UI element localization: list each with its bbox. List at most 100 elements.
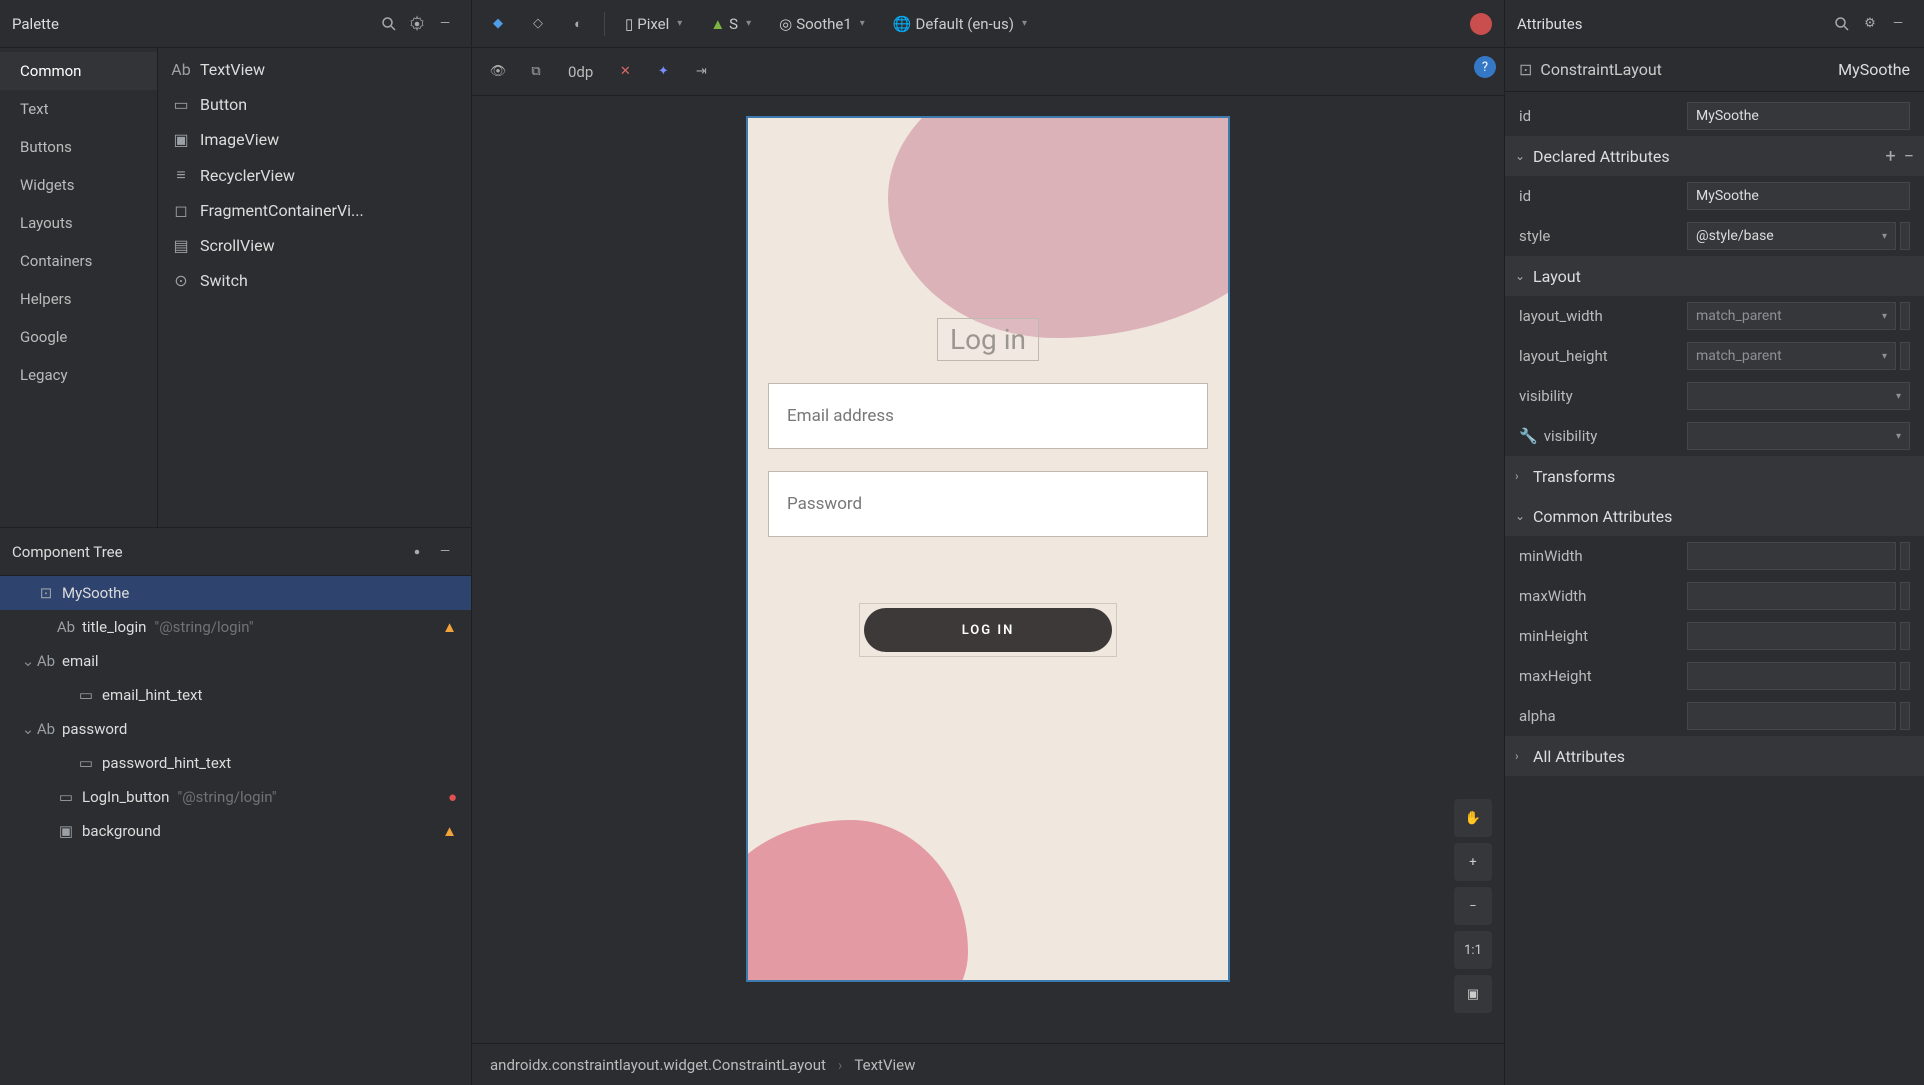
palette-cat-text[interactable]: Text	[0, 90, 157, 128]
attr-input[interactable]	[1687, 622, 1896, 650]
palette-cat-helpers[interactable]: Helpers	[0, 280, 157, 318]
stub-icon[interactable]	[1900, 222, 1910, 250]
gear-icon[interactable]	[403, 10, 431, 38]
zoom-fit-icon[interactable]: ▣	[1454, 975, 1492, 1013]
palette-cat-common[interactable]: Common	[0, 52, 157, 90]
gear-icon[interactable]	[403, 538, 431, 566]
width-dropdown[interactable]: match_parent▾	[1687, 302, 1896, 330]
tree-row[interactable]: ▭email_hint_text	[0, 678, 471, 712]
error-badge-icon[interactable]	[1470, 13, 1492, 35]
palette-item-switch[interactable]: ⊙Switch	[158, 263, 471, 298]
stub-icon[interactable]	[1900, 582, 1910, 610]
preview-email-field[interactable]: Email address	[768, 383, 1208, 449]
error-icon[interactable]: ●	[448, 788, 457, 806]
section-common[interactable]: ⌄Common Attributes	[1505, 496, 1924, 536]
palette-item-fragment[interactable]: ◻FragmentContainerVi...	[158, 193, 471, 228]
palette-cat-legacy[interactable]: Legacy	[0, 356, 157, 394]
clear-constraints-icon[interactable]: ✕	[611, 58, 639, 86]
tools-visibility-dropdown[interactable]: ▾	[1687, 422, 1910, 450]
section-all[interactable]: ›All Attributes	[1505, 736, 1924, 776]
layout-icon: ⊡	[1519, 60, 1532, 79]
zoom-in-icon[interactable]: +	[1454, 843, 1492, 881]
api-selector[interactable]: ▲ S▾	[702, 9, 759, 39]
visibility-dropdown[interactable]: ▾	[1687, 382, 1910, 410]
preview-title[interactable]: Log in	[937, 318, 1039, 361]
section-declared[interactable]: ⌄Declared Attributes+−	[1505, 136, 1924, 176]
layers-icon[interactable]: ◆	[484, 10, 512, 38]
margin-value[interactable]: 0dp	[560, 63, 601, 81]
minimize-icon[interactable]: —	[431, 10, 459, 38]
tree-row-root[interactable]: ⊡MySoothe	[0, 576, 471, 610]
section-layout[interactable]: ⌄Layout	[1505, 256, 1924, 296]
attr-input[interactable]	[1687, 542, 1896, 570]
add-icon[interactable]: +	[1885, 146, 1895, 167]
warning-icon[interactable]: ▲	[442, 618, 457, 636]
help-icon[interactable]: ?	[1474, 56, 1496, 78]
palette-item-textview[interactable]: AbTextView	[158, 52, 471, 87]
attr-row: 🔧visibility ▾	[1505, 416, 1924, 456]
attr-row: alpha	[1505, 696, 1924, 736]
minimize-icon[interactable]: —	[1884, 10, 1912, 38]
palette-cat-google[interactable]: Google	[0, 318, 157, 356]
preview-password-field[interactable]: Password	[768, 471, 1208, 537]
breadcrumb-item[interactable]: TextView	[854, 1056, 915, 1074]
attr-input[interactable]	[1687, 702, 1896, 730]
stub-icon[interactable]	[1900, 302, 1910, 330]
search-icon[interactable]	[1828, 10, 1856, 38]
design-canvas[interactable]: Log in Email address Password LOG IN ✋ +…	[472, 96, 1504, 1043]
locale-selector[interactable]: 🌐 Default (en-us)▾	[885, 9, 1035, 39]
tree-row[interactable]: Abtitle_login"@string/login"▲	[0, 610, 471, 644]
tree-row[interactable]: ▭password_hint_text	[0, 746, 471, 780]
chevron-down-icon[interactable]: ⌄	[20, 652, 36, 670]
palette-item-recyclerview[interactable]: ≡RecyclerView	[158, 157, 471, 193]
stub-icon[interactable]	[1900, 702, 1910, 730]
palette-cat-layouts[interactable]: Layouts	[0, 204, 157, 242]
orientation-icon[interactable]: ◇	[524, 10, 552, 38]
device-preview[interactable]: Log in Email address Password LOG IN	[746, 116, 1230, 982]
stub-icon[interactable]	[1900, 622, 1910, 650]
component-tree: ⊡MySoothe Abtitle_login"@string/login"▲ …	[0, 576, 471, 1085]
device-selector[interactable]: ▯ Pixel▾	[617, 9, 690, 39]
stub-icon[interactable]	[1900, 662, 1910, 690]
palette-item-scrollview[interactable]: ▤ScrollView	[158, 228, 471, 263]
stub-icon[interactable]	[1900, 342, 1910, 370]
section-transforms[interactable]: ›Transforms	[1505, 456, 1924, 496]
search-icon[interactable]	[375, 10, 403, 38]
theme-selector[interactable]: ◎ Soothe1▾	[771, 9, 873, 39]
height-dropdown[interactable]: match_parent▾	[1687, 342, 1896, 370]
tree-row[interactable]: ▣background▲	[0, 814, 471, 848]
palette-cat-widgets[interactable]: Widgets	[0, 166, 157, 204]
breadcrumb-item[interactable]: androidx.constraintlayout.widget.Constra…	[490, 1056, 826, 1074]
chevron-down-icon[interactable]: ⌄	[20, 720, 36, 738]
minimize-icon[interactable]: —	[431, 538, 459, 566]
palette-cat-containers[interactable]: Containers	[0, 242, 157, 280]
tree-row[interactable]: ⌄Abpassword	[0, 712, 471, 746]
palette-item-imageview[interactable]: ▣ImageView	[158, 122, 471, 157]
eye-icon[interactable]: 👁	[484, 58, 512, 86]
align-icon[interactable]: ⇥	[687, 58, 715, 86]
text-icon: Ab	[36, 720, 56, 738]
nightmode-icon[interactable]: ◐	[564, 10, 592, 38]
id-input[interactable]	[1687, 102, 1910, 130]
preview-login-button[interactable]: LOG IN	[864, 608, 1112, 652]
palette-item-button[interactable]: ▭Button	[158, 87, 471, 122]
attr-input[interactable]	[1687, 662, 1896, 690]
palette-cat-buttons[interactable]: Buttons	[0, 128, 157, 166]
switch-icon: ⊙	[170, 271, 192, 290]
attributes-crumb: ⊡ ConstraintLayout MySoothe	[1505, 48, 1924, 92]
tree-row[interactable]: ▭LogIn_button"@string/login"●	[0, 780, 471, 814]
pan-icon[interactable]: ✋	[1454, 799, 1492, 837]
attr-input[interactable]	[1687, 582, 1896, 610]
infer-constraints-icon[interactable]: ✦	[649, 58, 677, 86]
tree-row[interactable]: ⌄Abemail	[0, 644, 471, 678]
magnet-icon[interactable]: ⧉	[522, 58, 550, 86]
zoom-reset[interactable]: 1:1	[1454, 931, 1492, 969]
preview-button-wrapper: LOG IN	[859, 603, 1117, 657]
stub-icon[interactable]	[1900, 542, 1910, 570]
warning-icon[interactable]: ▲	[442, 822, 457, 840]
style-dropdown[interactable]: @style/base▾	[1687, 222, 1896, 250]
remove-icon[interactable]: −	[1904, 146, 1914, 167]
zoom-out-icon[interactable]: −	[1454, 887, 1492, 925]
attr-input[interactable]	[1687, 182, 1910, 210]
gear-icon[interactable]: ⚙	[1856, 10, 1884, 38]
